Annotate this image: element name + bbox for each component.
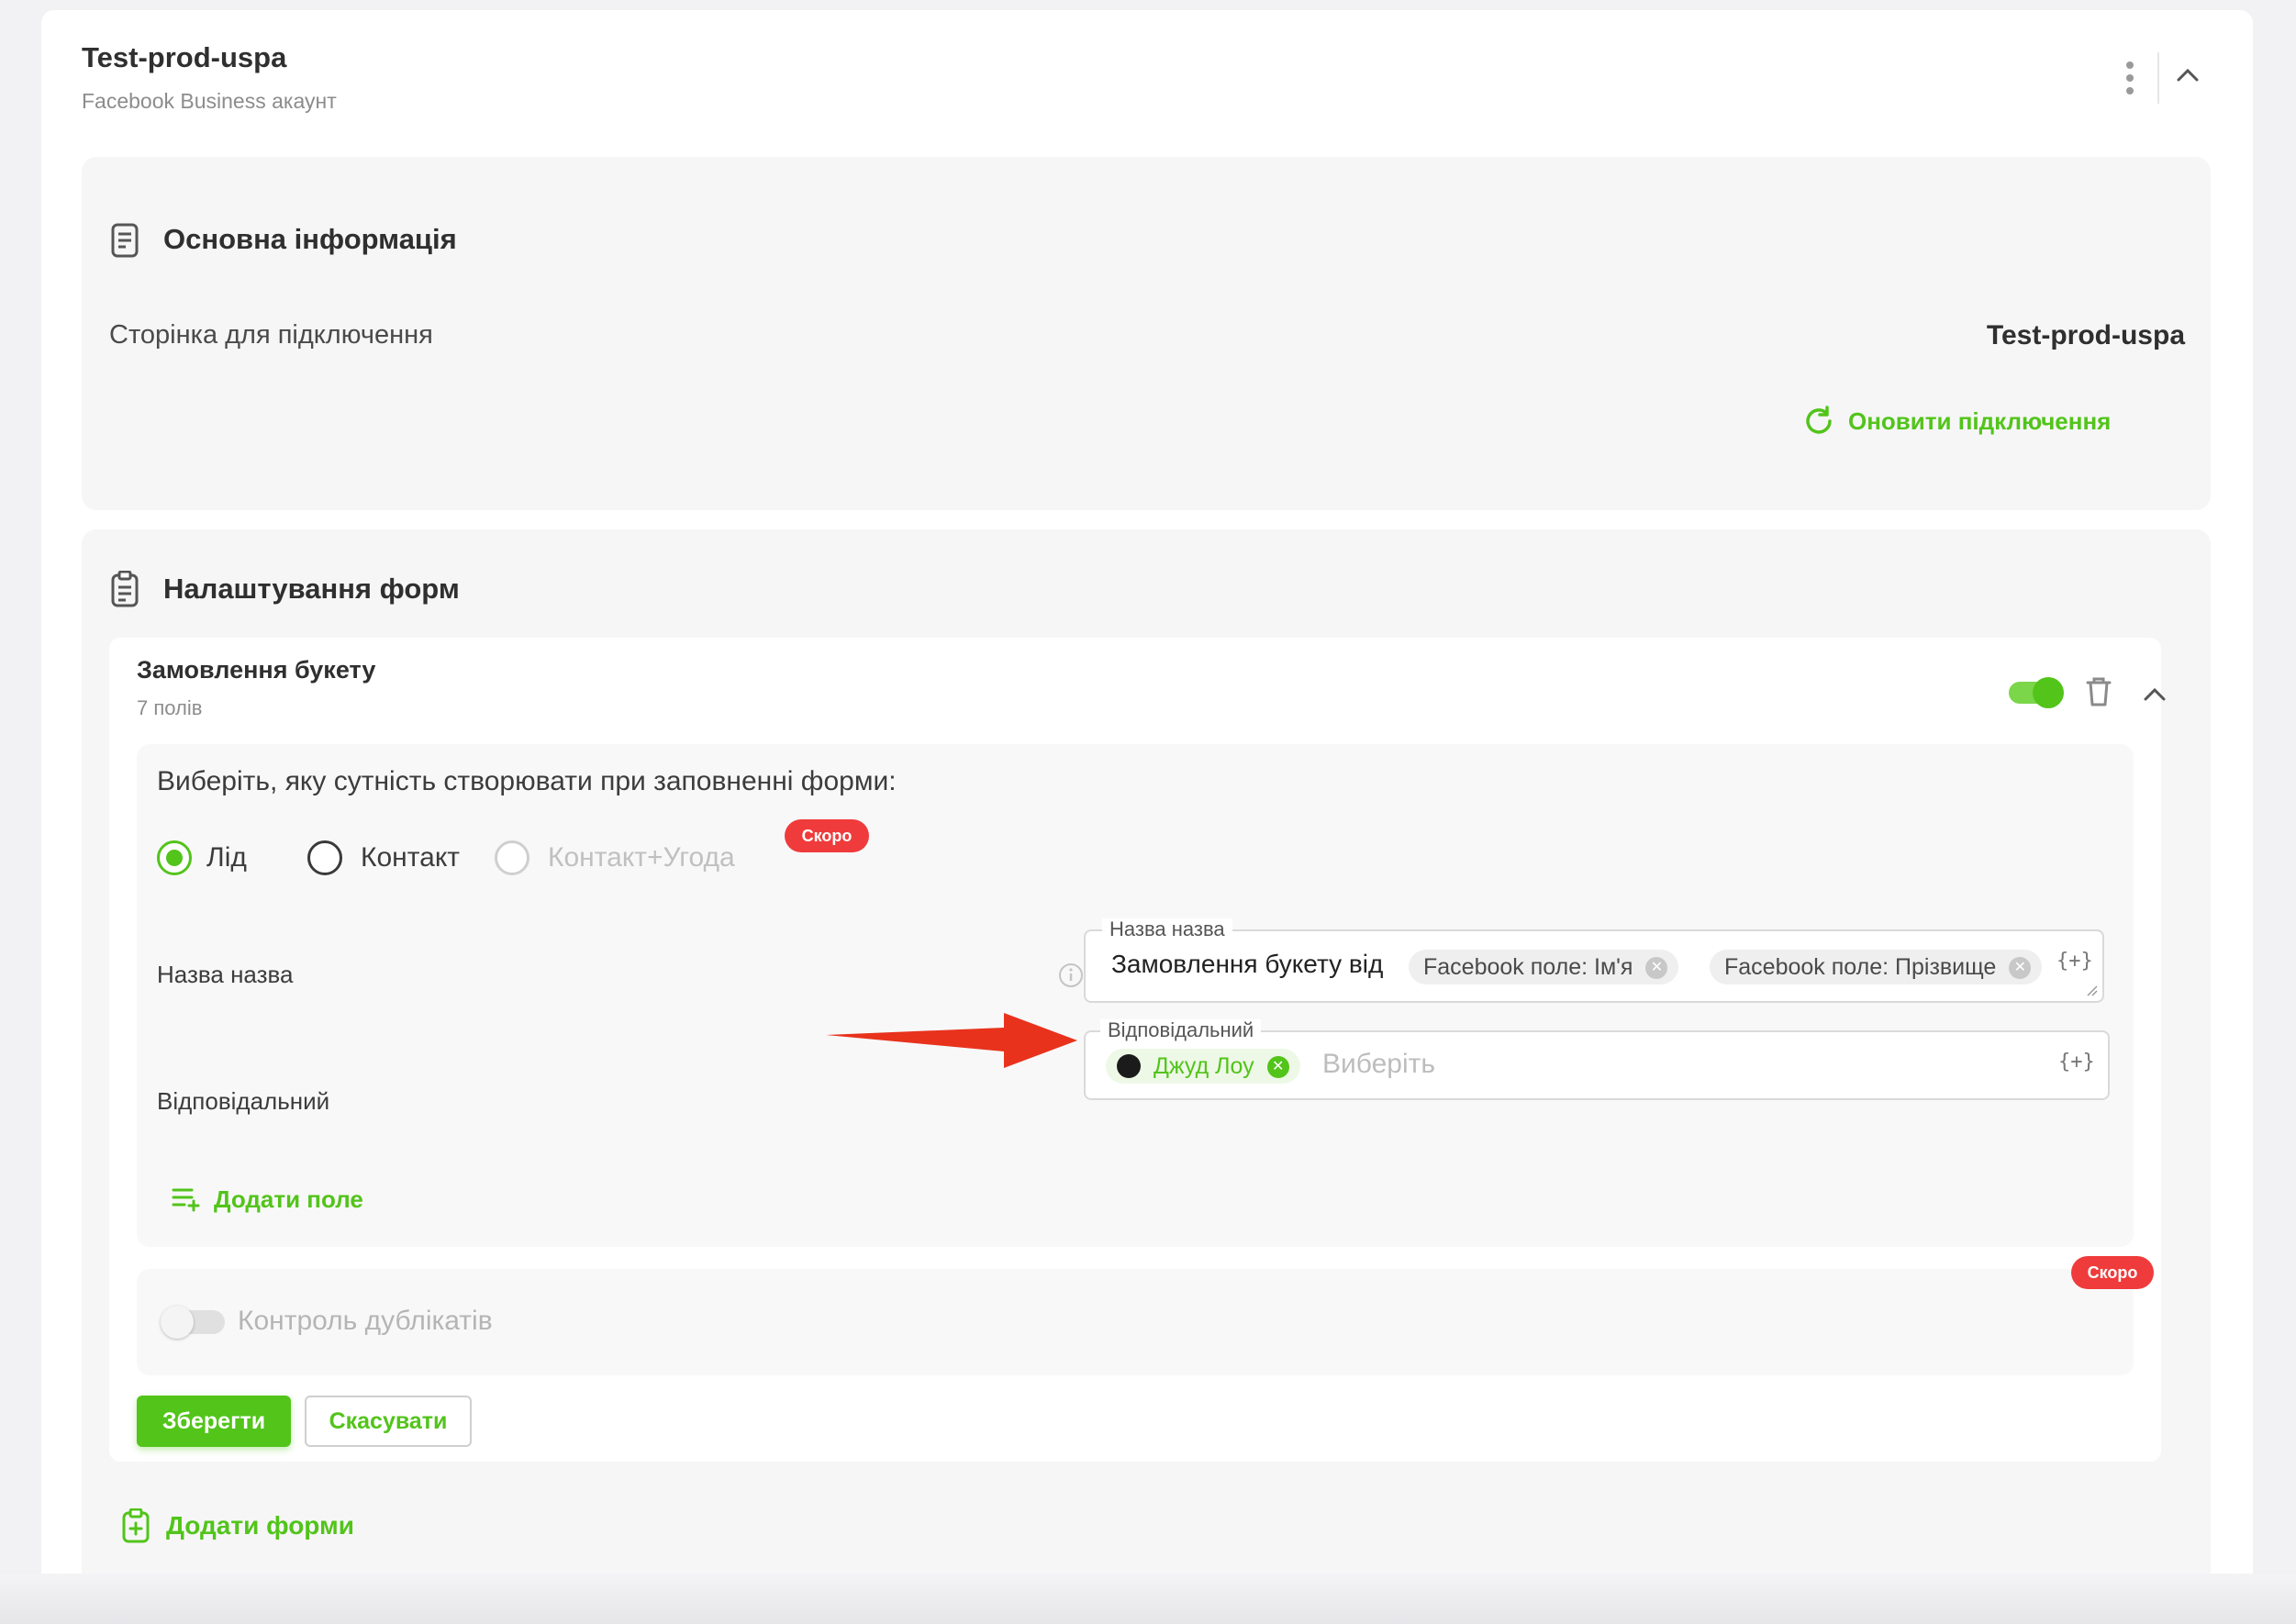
remove-chip-icon[interactable]: ✕ (1266, 1056, 1289, 1078)
kebab-menu-icon[interactable] (2124, 58, 2135, 98)
remove-chip-icon[interactable]: ✕ (1645, 957, 1668, 979)
remove-chip-icon[interactable]: ✕ (2009, 957, 2032, 979)
field-chip[interactable]: Facebook поле: Прізвище ✕ (1710, 950, 2043, 984)
field-chip[interactable]: Facebook поле: Ім'я ✕ (1409, 950, 1679, 984)
name-template-text: Замовлення букету від (1111, 950, 1384, 978)
responsible-select[interactable]: Відповідальний Джуд Лоу ✕ Виберіть {+} (1084, 1019, 2110, 1100)
page-bottom-shade (0, 1574, 2296, 1624)
forms-settings-heading: Налаштування форм (163, 573, 460, 605)
duplicate-control-toggle (161, 1306, 225, 1339)
chevron-up-icon[interactable] (2175, 65, 2201, 83)
add-forms-label: Додати форми (166, 1511, 354, 1540)
cancel-button[interactable]: Скасувати (305, 1396, 472, 1447)
trash-icon[interactable] (2085, 676, 2112, 707)
add-field-label: Додати поле (214, 1185, 363, 1213)
name-field-label: Назва назва (157, 961, 294, 988)
add-field-button[interactable]: Додати поле (172, 1183, 363, 1216)
account-name: Test-prod-uspa (82, 41, 287, 73)
form-card: Замовлення букету 7 полів Виберіть, яку … (109, 638, 2166, 1462)
connection-page-label: Сторінка для підключення (109, 320, 433, 350)
forms-settings-panel: Налаштування форм Замовлення букету 7 по… (82, 529, 2211, 1585)
refresh-connection-label: Оновити підключення (1848, 406, 2112, 435)
form-name: Замовлення букету (137, 656, 376, 684)
soon-badge: Скоро (785, 819, 869, 852)
user-chip[interactable]: Джуд Лоу ✕ (1106, 1049, 1300, 1084)
entity-option-label: Лід (206, 842, 247, 873)
add-forms-button[interactable]: Додати форми (122, 1507, 354, 1544)
entity-option-lead[interactable]: Лід (157, 840, 247, 876)
duplicate-control-label: Контроль дублікатів (238, 1306, 493, 1336)
field-chip-label: Facebook поле: Прізвище (1724, 954, 1997, 980)
avatar-icon (1117, 1054, 1141, 1078)
save-button[interactable]: Зберегти (137, 1396, 291, 1447)
entity-option-contact-deal: Контакт+Угода (495, 840, 735, 876)
field-chip-label: Facebook поле: Ім'я (1423, 954, 1633, 980)
entity-option-label: Контакт+Угода (548, 842, 735, 873)
add-clipboard-icon (122, 1508, 150, 1543)
form-collapse-icon[interactable] (2143, 685, 2167, 702)
resize-handle-icon[interactable] (2086, 984, 2099, 997)
entity-option-label: Контакт (361, 842, 461, 873)
duplicate-control-box: Контроль дублікатів (137, 1269, 2134, 1375)
header-divider (2157, 52, 2159, 104)
entity-question: Виберіть, яку сутність створювати при за… (157, 766, 897, 796)
document-icon (111, 223, 139, 258)
radio-lead[interactable] (157, 840, 192, 875)
user-chip-label: Джуд Лоу (1154, 1053, 1254, 1079)
form-fields-box: Виберіть, яку сутність створювати при за… (137, 744, 2134, 1247)
responsible-input-legend: Відповідальний (1100, 1019, 1262, 1041)
radio-contact-deal (495, 840, 529, 875)
soon-badge: Скоро (2071, 1256, 2154, 1289)
name-template-input[interactable]: Назва назва Замовлення букету від Facebo… (1084, 918, 2104, 1003)
responsible-placeholder: Виберіть (1322, 1049, 1436, 1079)
form-enabled-toggle[interactable] (2009, 677, 2064, 708)
annotation-arrow (824, 1009, 1081, 1073)
add-list-icon (172, 1186, 201, 1212)
info-icon[interactable] (1058, 962, 1084, 988)
insert-variable-button[interactable]: {+} (2058, 1051, 2095, 1073)
basic-info-heading: Основна інформація (163, 223, 457, 255)
name-input-legend: Назва назва (1102, 918, 1232, 940)
clipboard-icon (111, 571, 139, 607)
refresh-connection-button[interactable]: Оновити підключення (1802, 403, 2111, 439)
integration-card: Test-prod-uspa Facebook Business акаунт … (41, 10, 2253, 1599)
entity-option-contact[interactable]: Контакт (307, 840, 460, 876)
connection-page-value: Test-prod-uspa (1986, 320, 2185, 350)
insert-variable-button[interactable]: {+} (2056, 950, 2093, 973)
form-field-count: 7 полів (137, 696, 203, 719)
refresh-icon (1802, 405, 1835, 438)
basic-info-panel: Основна інформація Сторінка для підключе… (82, 157, 2211, 510)
account-subtitle: Facebook Business акаунт (82, 89, 337, 113)
radio-contact[interactable] (307, 840, 342, 875)
responsible-field-label: Відповідальний (157, 1087, 330, 1115)
